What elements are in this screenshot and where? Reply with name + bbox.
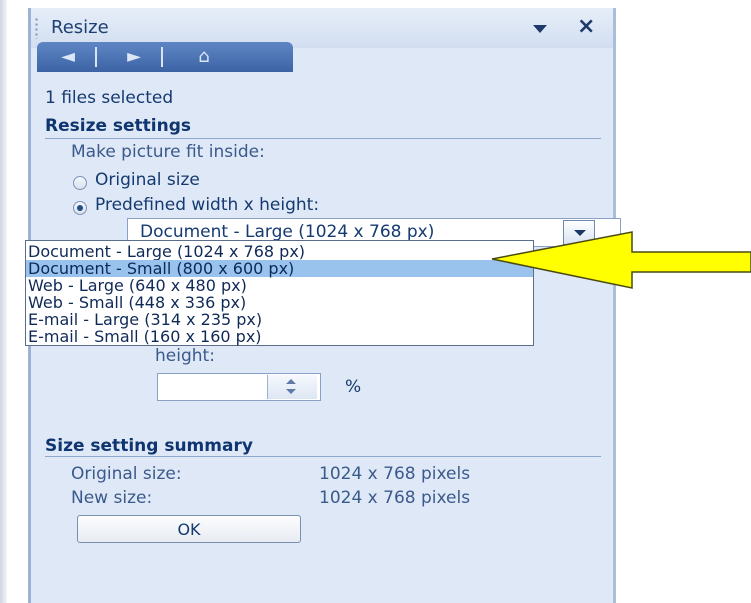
- callout-arrow: [491, 231, 751, 289]
- yellow-arrow-icon: [491, 231, 751, 289]
